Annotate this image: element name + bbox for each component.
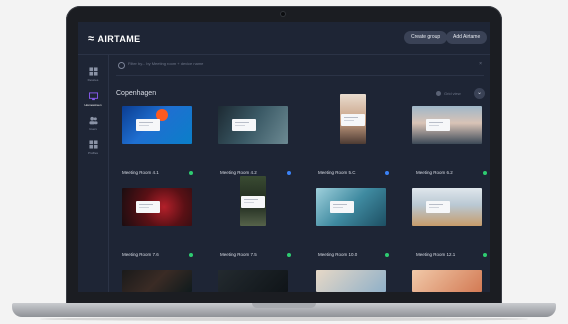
device-card[interactable]: Meeting Room 7.6 bbox=[118, 188, 198, 268]
sidebar-item-profiles[interactable]: Profiles bbox=[78, 140, 108, 155]
room-name: Meeting Room 7.5 bbox=[220, 252, 257, 257]
device-card[interactable]: Meeting Room 12.1 bbox=[412, 188, 490, 268]
search-bar[interactable]: Filter by... by Meeting room + device na… bbox=[116, 55, 484, 76]
app-window: ≈ AIRTAME Create group Add Airtame Devic… bbox=[78, 22, 490, 292]
room-name: Meeting Room 12.1 bbox=[416, 252, 456, 257]
status-indicator bbox=[385, 253, 389, 257]
sidebar-item-label: Devices bbox=[87, 78, 99, 82]
status-indicator bbox=[483, 253, 487, 257]
close-icon[interactable]: × bbox=[479, 61, 482, 67]
room-thumbnail[interactable] bbox=[316, 270, 386, 292]
laptop-shadow bbox=[40, 317, 528, 321]
logo-text: AIRTAME bbox=[97, 34, 141, 44]
add-airtame-button[interactable]: Add Airtame bbox=[446, 31, 488, 44]
top-bar: ≈ AIRTAME Create group Add Airtame bbox=[78, 22, 490, 55]
profiles-icon bbox=[88, 140, 98, 149]
room-thumbnail bbox=[218, 106, 288, 144]
sidebar-item-label: Users bbox=[89, 127, 97, 131]
room-thumbnail[interactable] bbox=[412, 270, 482, 292]
status-indicator bbox=[189, 253, 193, 257]
status-indicator bbox=[385, 171, 389, 175]
room-name: Meeting Room 4.2 bbox=[220, 170, 257, 175]
grid-icon bbox=[88, 67, 98, 76]
device-card[interactable]: Meeting Room 4.2 bbox=[216, 106, 296, 186]
trackpad-notch bbox=[252, 303, 316, 308]
search-input[interactable]: Filter by... by Meeting room + device na… bbox=[128, 61, 203, 66]
monitor-icon bbox=[88, 92, 98, 101]
laptop-base bbox=[12, 303, 556, 317]
room-thumbnail[interactable] bbox=[122, 270, 192, 292]
room-name: Meeting Room 6.2 bbox=[416, 170, 453, 175]
device-card[interactable]: Meeting Room 10.0 bbox=[314, 188, 394, 268]
room-name: Meeting Room 7.6 bbox=[122, 252, 159, 257]
app-logo: ≈ AIRTAME bbox=[88, 33, 141, 45]
sidebar: Devices Homescreen Users Profiles bbox=[78, 55, 109, 292]
room-thumbnail bbox=[122, 106, 192, 144]
room-thumbnail bbox=[412, 188, 482, 226]
device-card[interactable]: Meeting Room 5.C bbox=[314, 94, 394, 186]
sidebar-item-label: Profiles bbox=[87, 151, 98, 155]
room-thumbnail[interactable] bbox=[218, 270, 288, 292]
users-icon bbox=[88, 116, 98, 125]
status-indicator bbox=[287, 253, 291, 257]
sidebar-item-users[interactable]: Users bbox=[78, 116, 108, 131]
status-indicator bbox=[189, 171, 193, 175]
device-card[interactable]: Meeting Room 6.2 bbox=[412, 106, 490, 186]
sidebar-item-label: Homescreen bbox=[84, 103, 102, 107]
room-thumbnail bbox=[412, 106, 482, 144]
room-thumbnail bbox=[240, 176, 266, 226]
device-card[interactable]: Meeting Room 4.1 bbox=[118, 106, 198, 186]
status-indicator bbox=[287, 171, 291, 175]
laptop-frame: ≈ AIRTAME Create group Add Airtame Devic… bbox=[66, 6, 502, 306]
section-title: Copenhagen bbox=[116, 90, 157, 97]
grid-view-toggle[interactable]: Grid view bbox=[436, 91, 461, 96]
room-thumbnail bbox=[316, 188, 386, 226]
room-name: Meeting Room 10.0 bbox=[318, 252, 358, 257]
room-thumbnail bbox=[340, 94, 366, 144]
webcam bbox=[280, 11, 286, 17]
sidebar-item-homescreen[interactable]: Homescreen bbox=[78, 92, 108, 107]
room-name: Meeting Room 5.C bbox=[318, 170, 356, 175]
create-group-button[interactable]: Create group bbox=[404, 31, 448, 44]
device-card[interactable]: Meeting Room 7.5 bbox=[216, 176, 296, 268]
status-indicator bbox=[483, 171, 487, 175]
globe-icon bbox=[436, 91, 441, 96]
sidebar-item-devices[interactable]: Devices bbox=[78, 67, 108, 82]
search-icon bbox=[118, 62, 125, 69]
room-name: Meeting Room 4.1 bbox=[122, 170, 159, 175]
room-thumbnail bbox=[122, 188, 192, 226]
collapse-button[interactable]: ⌄ bbox=[474, 88, 485, 99]
waves-icon: ≈ bbox=[88, 33, 95, 45]
grid-view-label: Grid view bbox=[444, 91, 461, 96]
